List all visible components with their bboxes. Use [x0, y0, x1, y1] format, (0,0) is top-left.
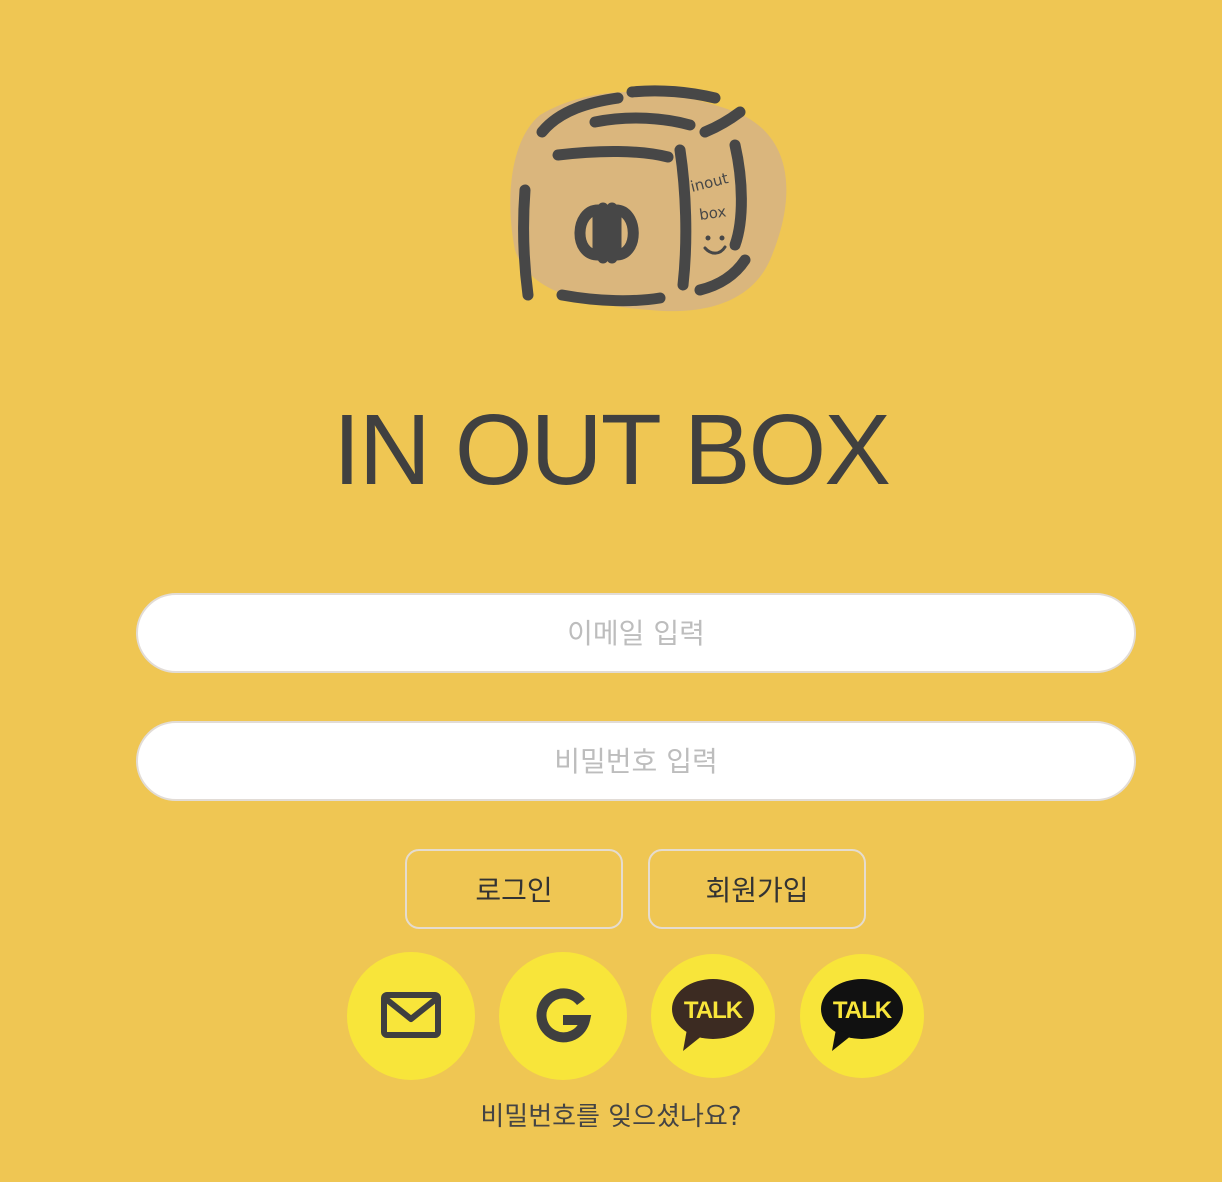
email-login-button[interactable]: [347, 952, 475, 1080]
kakao-talk-label: TALK: [833, 997, 893, 1024]
email-field-container: [136, 593, 1136, 673]
logo-text-bottom: box: [698, 202, 727, 224]
mail-icon: [381, 992, 441, 1038]
forgot-password-link[interactable]: 비밀번호를 잊으셨나요?: [0, 1096, 1222, 1133]
email-field[interactable]: [138, 595, 1134, 671]
login-button[interactable]: 로그인: [405, 849, 623, 929]
password-field[interactable]: [138, 723, 1134, 799]
kakao-talk-label: TALK: [684, 997, 744, 1024]
kakao-talk-icon: TALK: [672, 979, 754, 1051]
box-logo: inout box: [500, 80, 790, 320]
login-page: inout box IN OUT BOX 로그인 회원가입 TALK: [0, 0, 1222, 1182]
signup-button[interactable]: 회원가입: [648, 849, 866, 929]
kakao-login-button[interactable]: TALK: [651, 954, 775, 1078]
google-login-button[interactable]: [499, 952, 627, 1080]
page-title: IN OUT BOX: [332, 394, 891, 506]
password-field-container: [136, 721, 1136, 801]
google-icon: [536, 988, 592, 1043]
kakao-talk-login-button[interactable]: TALK: [800, 954, 924, 1078]
kakao-talk-icon: TALK: [821, 979, 903, 1051]
